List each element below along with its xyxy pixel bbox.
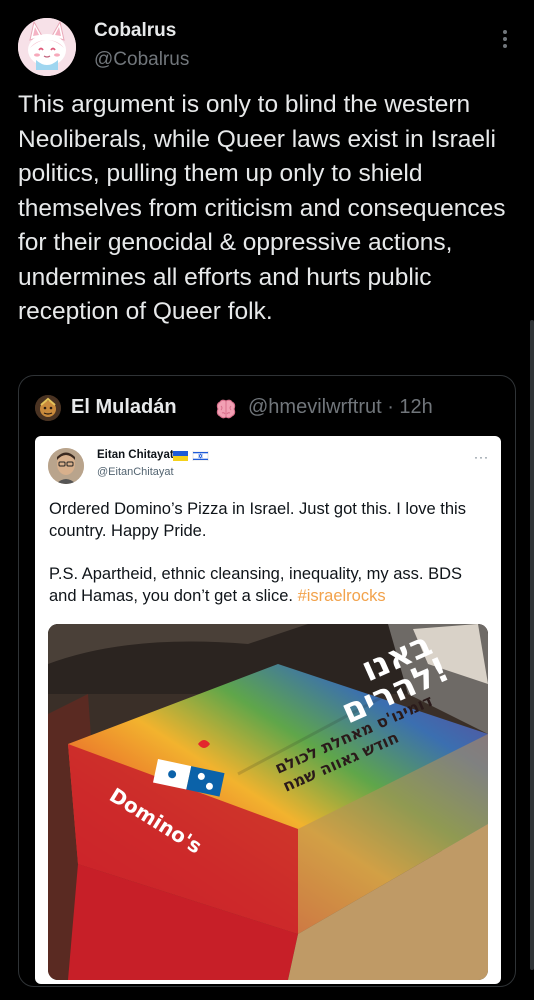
- quoted-avatar[interactable]: [35, 395, 61, 421]
- flags-icon: [173, 451, 209, 461]
- quoted-author-handle[interactable]: @hmevilwrftrut · 12h: [248, 396, 433, 419]
- post-text: This argument is only to blind the weste…: [18, 91, 506, 325]
- screenshot-avatar: [48, 448, 84, 484]
- screenshot-more-icon: ···: [474, 450, 489, 464]
- brain-icon: [216, 399, 236, 419]
- author-handle[interactable]: @Cobalrus: [94, 49, 189, 71]
- screenshot-tweet-text: Ordered Domino’s Pizza in Israel. Just g…: [49, 498, 494, 607]
- scrollbar[interactable]: [530, 320, 534, 970]
- screenshot-text-1: Ordered Domino’s Pizza in Israel. Just g…: [49, 500, 466, 540]
- post-header: Cobalrus @Cobalrus: [18, 14, 516, 78]
- screenshot-avatar-photo: [48, 448, 84, 484]
- quoted-author-name[interactable]: El Muladán: [71, 396, 177, 419]
- quoted-post[interactable]: El Muladán @hmevilwrftrut · 12h Eitan Ch…: [18, 375, 516, 987]
- more-options-icon[interactable]: [500, 30, 510, 52]
- avatar-illustration: [18, 18, 76, 76]
- pizza-box-photo: באנו להרים! דומינו'ס מאחלת לכולם חודש גא…: [48, 624, 488, 980]
- quoted-post-header: El Muladán @hmevilwrftrut · 12h: [35, 394, 505, 422]
- avatar[interactable]: [18, 18, 76, 76]
- quoted-tweet-screenshot[interactable]: Eitan Chitayat @EitanChitayat ··· Ordere…: [35, 436, 501, 984]
- pizza-box-illustration: באנו להרים! דומינו'ס מאחלת לכולם חודש גא…: [48, 624, 488, 980]
- screenshot-text-2: P.S. Apartheid, ethnic cleansing, inequa…: [49, 565, 463, 605]
- hashtag-link: #israelrocks: [297, 587, 386, 605]
- quoted-avatar-illustration: [35, 395, 61, 421]
- author-name[interactable]: Cobalrus: [94, 20, 176, 42]
- screenshot-author-name: Eitan Chitayat: [97, 449, 174, 461]
- screenshot-text-2-block: P.S. Apartheid, ethnic cleansing, inequa…: [49, 563, 494, 607]
- screenshot-author-handle: @EitanChitayat: [97, 466, 174, 478]
